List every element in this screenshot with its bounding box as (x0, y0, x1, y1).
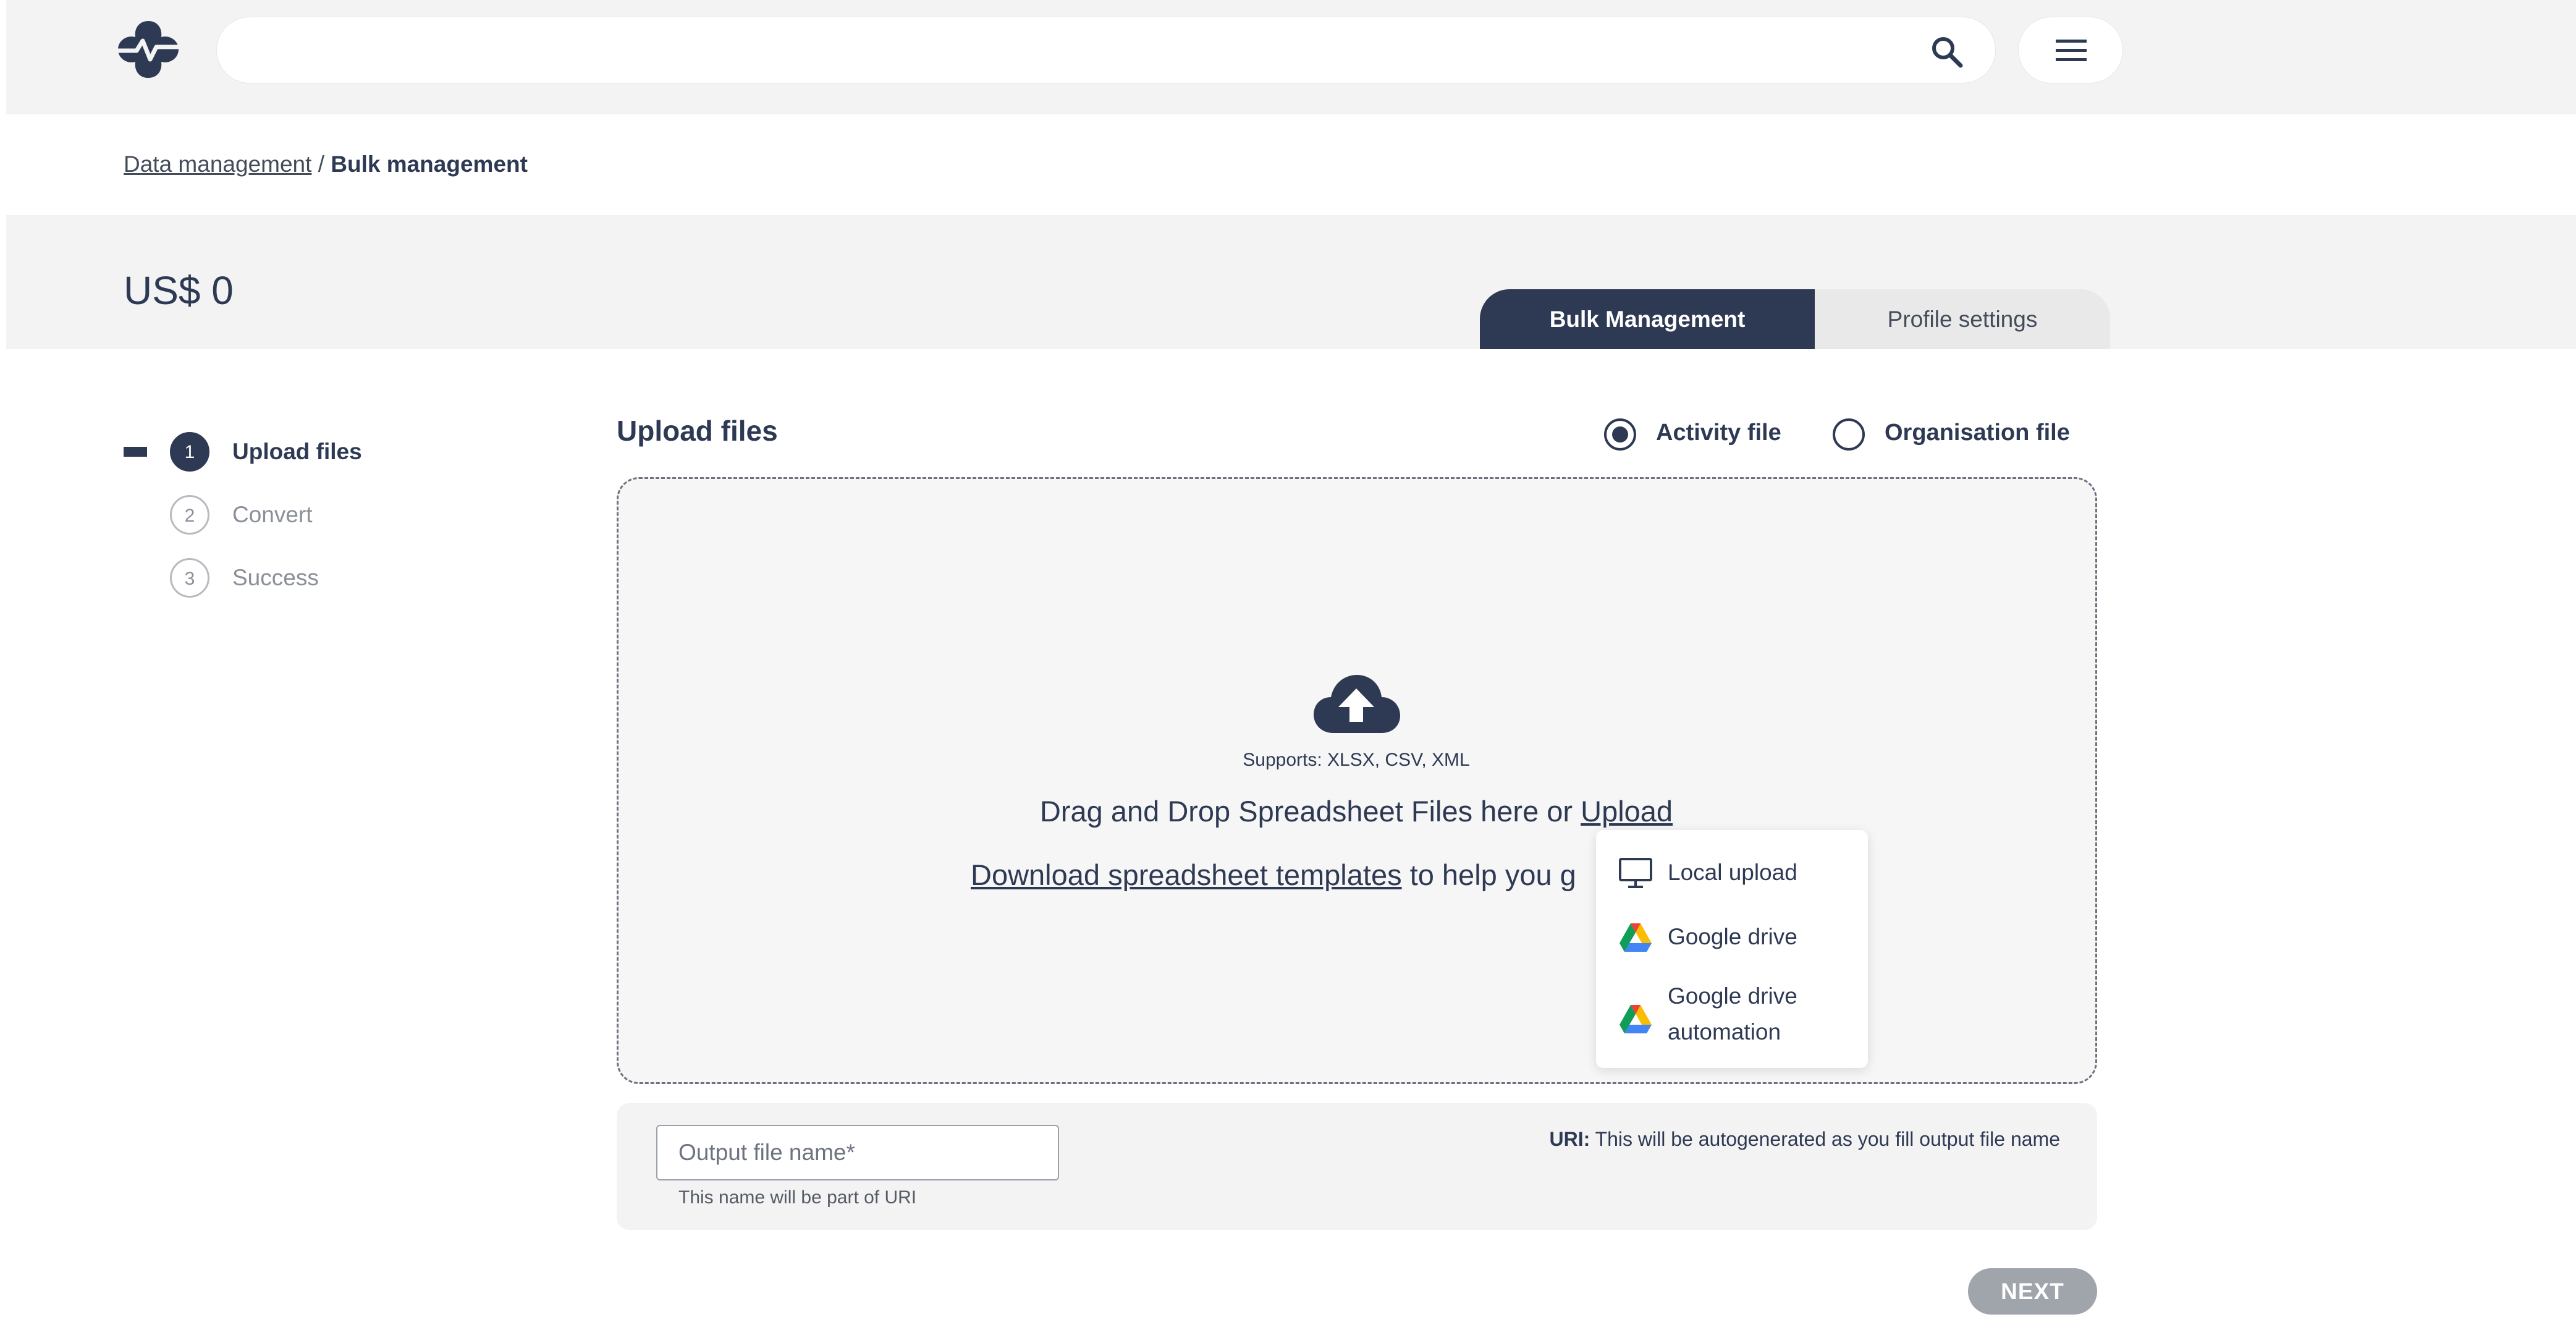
activity-file-label: Activity file (1656, 420, 1781, 446)
output-file-panel: This name will be part of URI URI: This … (617, 1103, 2097, 1230)
hamburger-menu-icon (2056, 40, 2087, 61)
upload-link[interactable]: Upload (1581, 795, 1673, 828)
menu-item-google-drive[interactable]: Google drive (1596, 904, 1868, 966)
drag-drop-instructions: Drag and Drop Spreadsheet Files here or … (865, 794, 1848, 828)
upload-files-title: Upload files (617, 415, 778, 447)
supported-formats-text: Supports: XLSX, CSV, XML (1243, 750, 1470, 770)
search-input[interactable] (242, 28, 1912, 74)
next-button[interactable]: NEXT (1968, 1268, 2097, 1315)
app-logo-icon[interactable] (114, 19, 182, 80)
google-drive-icon (1620, 923, 1652, 952)
menu-button[interactable] (2018, 17, 2123, 83)
uri-label: URI: (1549, 1128, 1590, 1150)
uri-value: This will be autogenerated as you fill o… (1595, 1128, 2060, 1150)
google-drive-icon (1620, 1005, 1652, 1033)
cloud-upload-icon (1314, 675, 1400, 733)
output-file-name-hint: This name will be part of URI (678, 1187, 917, 1208)
upload-source-menu: Local upload Google drive Google drive a… (1596, 830, 1868, 1068)
uri-info: URI: This will be autogenerated as you f… (1549, 1128, 2060, 1151)
tab-bulk-management[interactable]: Bulk Management (1480, 289, 1815, 349)
drag-drop-text: Drag and Drop Spreadsheet Files here or (1039, 795, 1573, 828)
step-1-label: Upload files (232, 439, 362, 464)
header-band (6, 215, 2576, 349)
organisation-file-radio[interactable] (1833, 418, 1865, 451)
organisation-file-option[interactable]: Organisation file (1833, 417, 2092, 452)
breadcrumb-data-management-link[interactable]: Data management (124, 151, 311, 177)
balance-amount: US$ 0 (124, 268, 234, 313)
breadcrumb-separator: / (318, 151, 324, 177)
breadcrumb-current: Bulk management (331, 151, 528, 177)
template-suffix-text: to help you g (1409, 858, 1576, 891)
activity-file-radio[interactable] (1604, 418, 1636, 451)
step-2-label: Convert (232, 502, 313, 527)
search-bar[interactable] (216, 17, 1996, 83)
step-3-number: 3 (170, 558, 209, 598)
download-templates-link[interactable]: Download spreadsheet templates (971, 858, 1402, 891)
active-step-indicator (124, 447, 147, 457)
organisation-file-label: Organisation file (1885, 420, 2070, 446)
local-upload-label: Local upload (1668, 860, 1797, 885)
step-2-number: 2 (170, 495, 209, 535)
tab-bar: Bulk Management Profile settings (1480, 289, 2110, 349)
step-3-label: Success (232, 565, 319, 590)
file-dropzone[interactable] (617, 477, 2097, 1084)
output-file-name-input[interactable] (656, 1125, 1059, 1180)
tab-profile-settings[interactable]: Profile settings (1815, 289, 2110, 349)
menu-item-google-drive-automation[interactable]: Google drive automation (1596, 972, 1868, 1059)
template-instructions: Download spreadsheet templates to help y… (971, 858, 1576, 892)
activity-file-option[interactable]: Activity file (1604, 417, 1808, 452)
step-1-number: 1 (170, 432, 209, 472)
google-drive-automation-label: Google drive automation (1668, 983, 1797, 1044)
upload-stepper: 1 Upload files 2 Convert 3 Success (124, 430, 494, 615)
search-icon[interactable] (1930, 35, 1964, 69)
google-drive-label: Google drive (1668, 924, 1797, 949)
menu-item-local-upload[interactable]: Local upload (1596, 842, 1868, 898)
breadcrumb: Data management / Bulk management (124, 151, 528, 177)
monitor-icon (1619, 858, 1652, 888)
